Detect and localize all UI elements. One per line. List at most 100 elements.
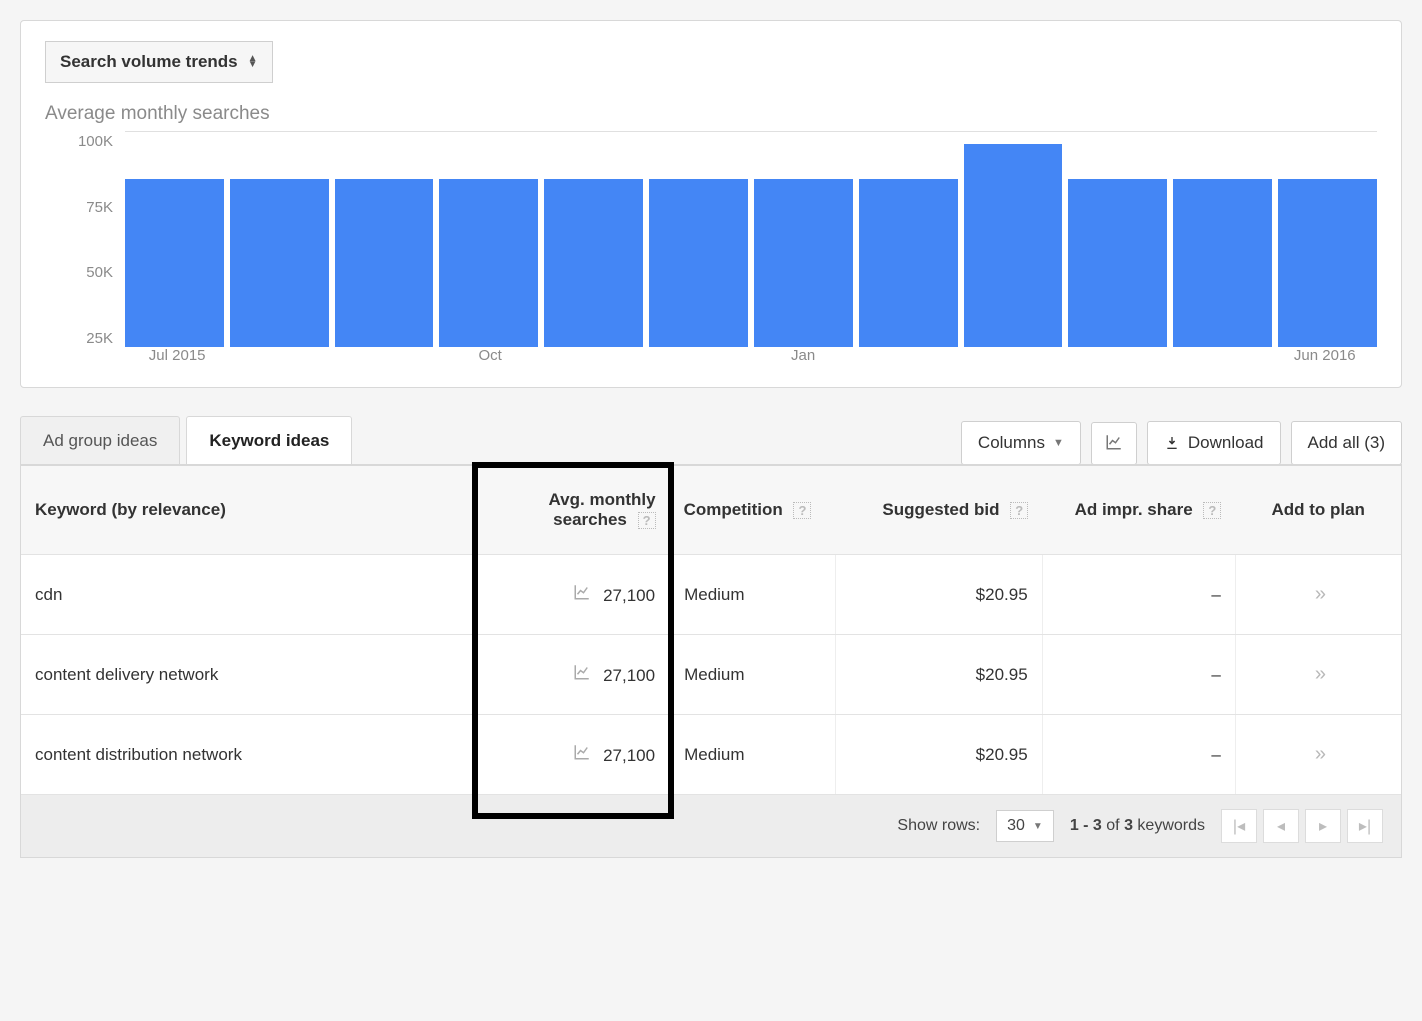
th-keyword[interactable]: Keyword (by relevance) (21, 466, 476, 555)
th-suggested-bid[interactable]: Suggested bid ? (835, 466, 1042, 555)
help-icon[interactable]: ? (793, 502, 811, 519)
x-tick: Jul 2015 (125, 347, 229, 371)
th-add-to-plan: Add to plan (1235, 466, 1401, 555)
chart-bar[interactable] (125, 179, 224, 347)
chart-plot: Jul 2015OctJanJun 2016 (125, 131, 1377, 371)
add-icon: » (1315, 583, 1322, 605)
cell-competition: Medium (670, 555, 836, 635)
chart-toggle-button[interactable] (1091, 422, 1137, 465)
cell-keyword: cdn (21, 555, 476, 635)
table-container: Keyword (by relevance) Avg. monthly sear… (20, 464, 1402, 858)
columns-button[interactable]: Columns ▼ (961, 421, 1081, 465)
add-all-button[interactable]: Add all (3) (1291, 421, 1402, 465)
cell-impr-share: – (1042, 555, 1235, 635)
chevron-left-icon: ◂ (1277, 816, 1285, 836)
show-rows-label: Show rows: (897, 817, 980, 835)
y-tick: 50K (86, 264, 113, 281)
pagination-range: 1 - 3 of 3 keywords (1070, 817, 1205, 835)
caret-down-icon: ▼ (1033, 821, 1043, 832)
cell-impr-share: – (1042, 635, 1235, 715)
th-avg-searches[interactable]: Avg. monthly searches ? (476, 466, 669, 555)
download-label: Download (1188, 433, 1264, 453)
keyword-table: Keyword (by relevance) Avg. monthly sear… (21, 465, 1401, 795)
y-tick: 25K (86, 330, 113, 347)
chart-card: Search volume trends ▲▼ Average monthly … (20, 20, 1402, 388)
cell-suggested-bid: $20.95 (835, 715, 1042, 795)
pager: |◂ ◂ ▸ ▸| (1221, 809, 1383, 843)
trend-icon[interactable] (573, 746, 591, 765)
pager-prev-button[interactable]: ◂ (1263, 809, 1299, 843)
cell-add-to-plan[interactable]: » (1235, 555, 1401, 635)
x-tick: Jan (751, 347, 855, 371)
chart-bar[interactable] (964, 144, 1063, 347)
chart-bar[interactable] (649, 179, 748, 347)
table-wrap: Keyword (by relevance) Avg. monthly sear… (20, 464, 1402, 858)
bars-row (125, 132, 1377, 347)
pager-first-button[interactable]: |◂ (1221, 809, 1257, 843)
cell-suggested-bid: $20.95 (835, 555, 1042, 635)
table-row: content distribution network27,100Medium… (21, 715, 1401, 795)
th-competition[interactable]: Competition ? (670, 466, 836, 555)
cell-keyword: content delivery network (21, 635, 476, 715)
x-tick (542, 347, 646, 371)
cell-competition: Medium (670, 635, 836, 715)
x-tick (855, 347, 959, 371)
x-tick (1168, 347, 1272, 371)
x-axis: Jul 2015OctJanJun 2016 (125, 347, 1377, 371)
last-page-icon: ▸| (1359, 816, 1371, 836)
cell-avg-searches: 27,100 (476, 715, 669, 795)
add-all-label: Add all (3) (1308, 433, 1385, 453)
cell-add-to-plan[interactable]: » (1235, 635, 1401, 715)
chart-metric-label: Search volume trends (60, 52, 238, 72)
chart-area: 100K 75K 50K 25K Jul 2015OctJanJun 2016 (45, 131, 1377, 371)
th-impr-share[interactable]: Ad impr. share ? (1042, 466, 1235, 555)
help-icon[interactable]: ? (1010, 502, 1028, 519)
add-icon: » (1315, 663, 1322, 685)
table-footer: Show rows: 30 ▼ 1 - 3 of 3 keywords |◂ ◂… (21, 795, 1401, 857)
rows-value: 30 (1007, 817, 1025, 835)
rows-per-page-select[interactable]: 30 ▼ (996, 810, 1054, 842)
pager-next-button[interactable]: ▸ (1305, 809, 1341, 843)
line-chart-icon (1105, 433, 1123, 451)
trend-icon[interactable] (573, 586, 591, 605)
chart-bar[interactable] (335, 179, 434, 347)
chart-bar[interactable] (754, 179, 853, 347)
x-tick (647, 347, 751, 371)
table-row: content delivery network27,100Medium$20.… (21, 635, 1401, 715)
cell-add-to-plan[interactable]: » (1235, 715, 1401, 795)
y-tick: 100K (78, 133, 113, 150)
download-button[interactable]: Download (1147, 421, 1281, 465)
cell-keyword: content distribution network (21, 715, 476, 795)
cell-avg-searches: 27,100 (476, 555, 669, 635)
chart-metric-dropdown[interactable]: Search volume trends ▲▼ (45, 41, 273, 83)
y-tick: 75K (86, 199, 113, 216)
chart-bar[interactable] (544, 179, 643, 347)
caret-down-icon: ▼ (1053, 437, 1064, 449)
trend-icon[interactable] (573, 666, 591, 685)
chevron-right-icon: ▸ (1319, 816, 1327, 836)
help-icon[interactable]: ? (1203, 502, 1221, 519)
chart-bar[interactable] (439, 179, 538, 347)
add-icon: » (1315, 743, 1322, 765)
help-icon[interactable]: ? (638, 512, 656, 529)
cell-competition: Medium (670, 715, 836, 795)
columns-label: Columns (978, 433, 1045, 453)
chart-bar[interactable] (1173, 179, 1272, 347)
chart-bar[interactable] (1068, 179, 1167, 347)
chart-bar[interactable] (1278, 179, 1377, 347)
sort-icon: ▲▼ (248, 56, 258, 68)
chart-bar[interactable] (859, 179, 958, 347)
download-icon (1164, 435, 1180, 451)
tabs: Ad group ideas Keyword ideas (20, 416, 352, 465)
tab-keyword-ideas[interactable]: Keyword ideas (186, 416, 352, 465)
x-tick: Jun 2016 (1273, 347, 1377, 371)
table-row: cdn27,100Medium$20.95– » (21, 555, 1401, 635)
x-tick (229, 347, 333, 371)
tab-ad-group-ideas[interactable]: Ad group ideas (20, 416, 180, 465)
cell-suggested-bid: $20.95 (835, 635, 1042, 715)
pager-last-button[interactable]: ▸| (1347, 809, 1383, 843)
first-page-icon: |◂ (1233, 816, 1245, 836)
cell-impr-share: – (1042, 715, 1235, 795)
cell-avg-searches: 27,100 (476, 635, 669, 715)
chart-bar[interactable] (230, 179, 329, 347)
